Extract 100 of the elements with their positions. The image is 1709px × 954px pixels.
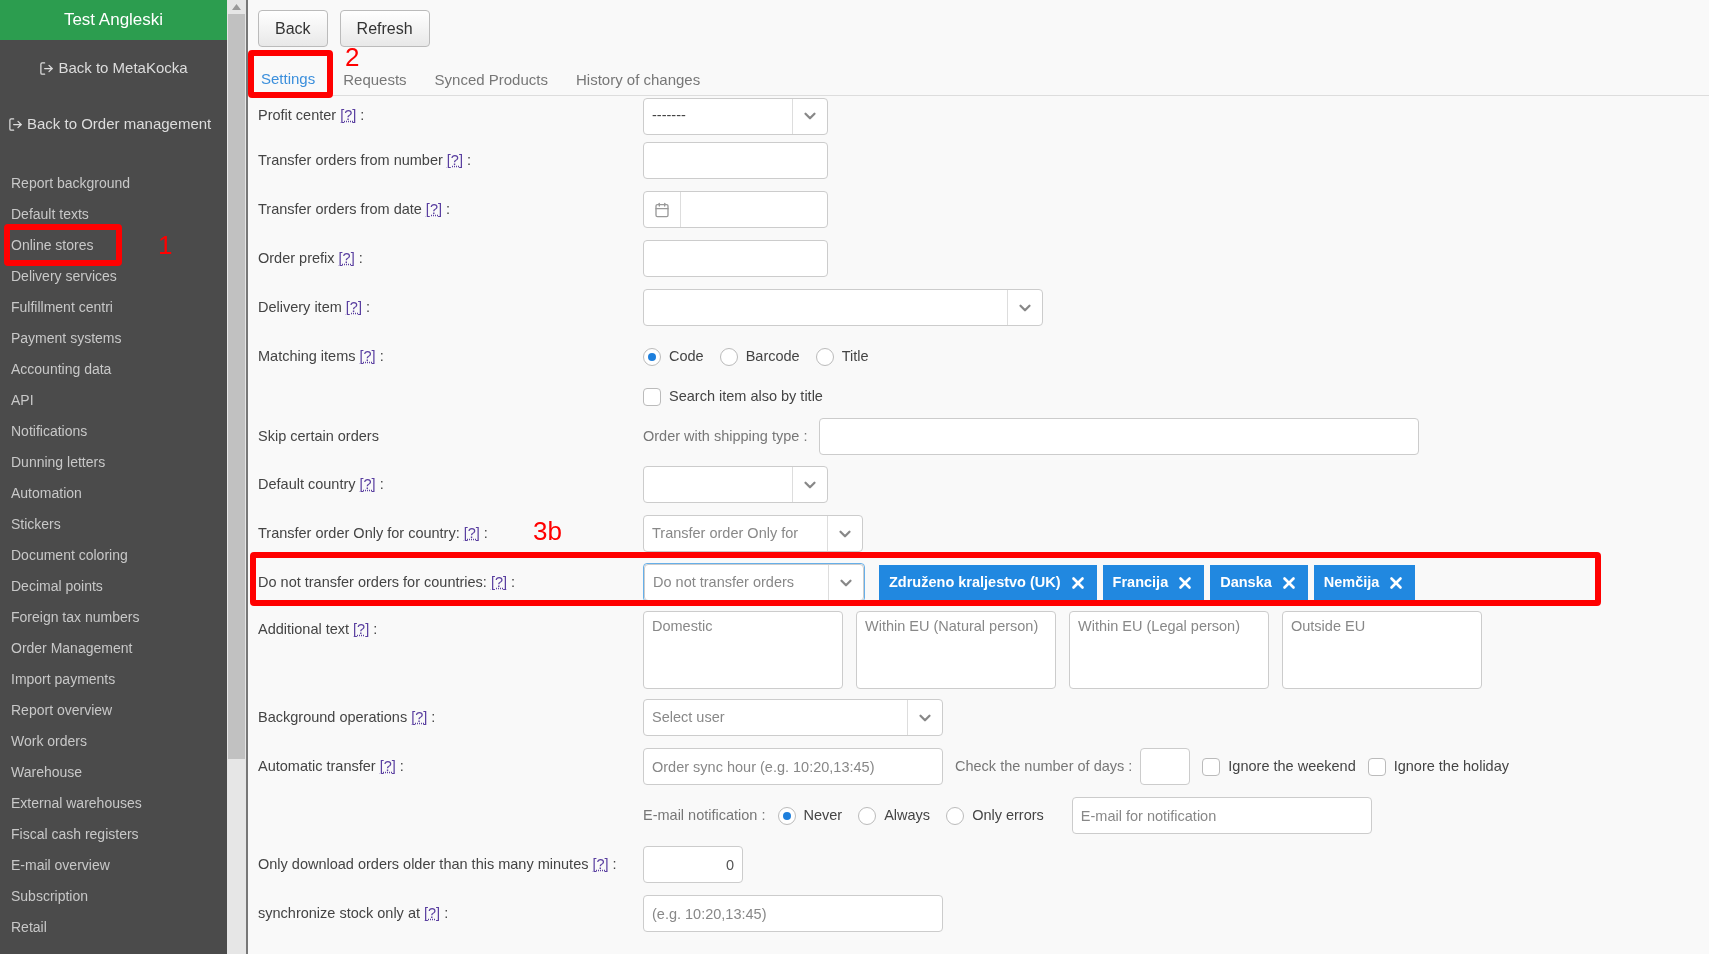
input-field[interactable]: (e.g. 10:20,13:45) (643, 895, 943, 932)
help-link[interactable]: [?] (463, 522, 480, 545)
help-link[interactable]: [?] (353, 619, 370, 641)
field-label: Profit center (258, 106, 337, 126)
field-label: synchronize stock only at (258, 903, 420, 923)
sidebar-item[interactable]: External warehouses (0, 788, 153, 819)
help-link[interactable]: [?] (592, 853, 609, 876)
help-link[interactable]: [?] (359, 345, 376, 368)
label-colon: : (399, 756, 404, 776)
radio-label: Always (884, 805, 931, 825)
radio-label: Never (803, 805, 843, 825)
sidebar-item[interactable]: Delivery services (0, 261, 128, 292)
help-link[interactable]: [?] (345, 296, 362, 319)
text-area[interactable]: Within EU (Natural person) (856, 611, 1056, 689)
select-field[interactable]: Transfer order Only for (643, 515, 863, 552)
text-area[interactable]: Within EU (Legal person) (1069, 611, 1269, 689)
tab[interactable]: Synced Products (431, 66, 551, 95)
sidebar-item[interactable]: Payment systems (0, 323, 133, 354)
back-link[interactable]: Back to Order management (8, 112, 212, 136)
field-label: Matching items (258, 346, 356, 366)
text-area[interactable]: Outside EU (1282, 611, 1482, 689)
field-label: Transfer order Only for country: (258, 523, 460, 543)
help-link[interactable]: [?] (411, 706, 428, 729)
field-label: Default country (258, 474, 356, 494)
help-link[interactable]: [?] (340, 105, 357, 127)
label-colon: : (446, 199, 450, 219)
help-link[interactable]: [?] (338, 247, 355, 270)
field-label: Do not transfer orders for countries: (258, 572, 487, 592)
radio-label: Barcode (745, 346, 800, 366)
sidebar-item[interactable]: Decimal points (0, 571, 114, 602)
sidebar-item[interactable]: Import payments (0, 664, 127, 695)
tab[interactable]: History of changes (573, 66, 704, 95)
field-label: Background operations (258, 707, 408, 727)
sidebar-item[interactable]: Foreign tax numbers (0, 602, 151, 633)
sidebar-item[interactable]: Stickers (0, 509, 72, 540)
help-link[interactable]: [?] (424, 902, 441, 925)
select-field[interactable]: ------- (643, 97, 828, 135)
sidebar-item[interactable]: Default texts (0, 199, 100, 230)
toolbar-button[interactable]: Refresh (339, 10, 430, 47)
country-tag[interactable]: Danska (1210, 564, 1308, 601)
help-link[interactable]: [?] (490, 571, 507, 594)
inline-label: Order with shipping type : (643, 426, 808, 446)
inline-label: E-mail notification : (643, 805, 766, 825)
input-field[interactable]: 0 (643, 846, 743, 883)
field-label: Delivery item (258, 297, 342, 317)
country-tag[interactable]: Nemčija (1313, 564, 1416, 601)
tab[interactable]: Settings (258, 66, 319, 95)
label-colon: : (379, 346, 384, 366)
select-value: ------- (652, 107, 686, 124)
sidebar-item[interactable]: Accounting data (0, 354, 123, 385)
label-colon: : (511, 572, 516, 592)
sidebar-item[interactable]: API (0, 385, 45, 416)
annotation-number: 3b (533, 518, 562, 544)
field-label: Skip certain orders (258, 426, 379, 446)
label-colon: : (358, 248, 363, 268)
field-label: Transfer orders from number (258, 150, 443, 170)
sidebar-item[interactable]: Automation (0, 478, 93, 509)
country-tag[interactable]: Francija (1102, 564, 1205, 601)
label-colon: : (373, 620, 378, 639)
inline-label: Check the number of days : (955, 756, 1133, 776)
country-tag[interactable]: Združeno kraljestvo (UK) (879, 564, 1097, 601)
sidebar-title: Test Angleski (0, 0, 227, 40)
select-placeholder: Transfer order Only for (652, 524, 799, 541)
help-link[interactable]: [?] (446, 149, 463, 172)
help-link[interactable]: [?] (379, 755, 396, 778)
toolbar-button[interactable]: Back (258, 10, 328, 47)
input-field[interactable]: E-mail for notification (1071, 797, 1372, 834)
select-field[interactable]: Select user (643, 699, 943, 736)
label-colon: : (379, 474, 384, 494)
text-area[interactable]: Domestic (643, 611, 843, 689)
sidebar-item[interactable]: E-mail overview (0, 850, 121, 881)
sidebar-item[interactable]: Report overview (0, 695, 124, 726)
label-colon: : (466, 150, 471, 170)
label-colon: : (612, 854, 617, 874)
sidebar-item[interactable]: Fulfillment centri (0, 292, 124, 323)
select-placeholder: Do not transfer orders (653, 573, 795, 590)
sidebar-item[interactable]: Work orders (0, 726, 98, 757)
back-link[interactable]: Back to MetaKocka (39, 56, 188, 80)
label-colon: : (360, 106, 365, 126)
sidebar-item[interactable]: Order Management (0, 633, 144, 664)
sidebar-item[interactable]: Document coloring (0, 540, 139, 571)
field-label: Order prefix (258, 248, 335, 268)
field-label: Automatic transfer (258, 756, 376, 776)
sidebar-item[interactable]: Fiscal cash registers (0, 819, 150, 850)
sidebar-item[interactable]: Notifications (0, 416, 99, 447)
select-field[interactable]: Do not transfer orders (644, 564, 864, 601)
help-link[interactable]: [?] (425, 198, 442, 221)
checkbox-label: Ignore the weekend (1228, 756, 1356, 776)
checkbox-label: Search item also by title (669, 387, 823, 407)
sidebar-item[interactable]: Subscription (0, 881, 100, 912)
label-colon: : (483, 523, 488, 543)
input-field[interactable]: Order sync hour (e.g. 10:20,13:45) (643, 748, 943, 785)
help-link[interactable]: [?] (359, 473, 376, 496)
sidebar-item[interactable]: Retail (0, 912, 58, 943)
annotation-number: 1 (158, 232, 173, 258)
sidebar-item[interactable]: Warehouse (0, 757, 94, 788)
sidebar-item[interactable]: Report background (0, 168, 142, 199)
field-label: Additional text (258, 620, 350, 639)
sidebar-item[interactable]: Dunning letters (0, 447, 117, 478)
sidebar-item[interactable]: Online stores (0, 230, 105, 261)
